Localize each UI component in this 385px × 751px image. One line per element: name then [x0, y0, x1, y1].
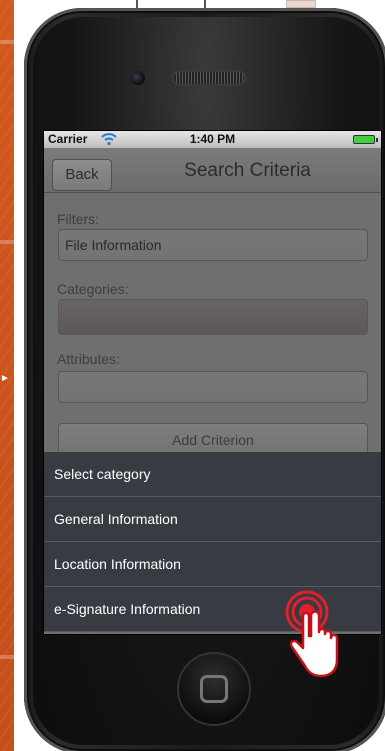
categories-field[interactable]	[58, 299, 368, 335]
slide-mark	[0, 40, 14, 44]
page-title: Search Criteria	[184, 160, 311, 181]
slide-mark	[0, 655, 14, 659]
filters-field[interactable]: File Information	[58, 229, 368, 261]
back-button[interactable]: Back	[52, 159, 112, 191]
camera-icon	[131, 71, 145, 85]
slide-tab	[286, 0, 316, 8]
home-button-icon	[200, 675, 228, 703]
status-bar: Carrier 1:40 PM	[44, 131, 381, 148]
attributes-field[interactable]	[58, 371, 368, 403]
category-option[interactable]: General Information	[44, 497, 381, 542]
navigation-bar: Back Search Criteria	[44, 148, 381, 193]
attributes-label: Attributes:	[57, 351, 121, 367]
status-time: 1:40 PM	[189, 132, 236, 146]
categories-label: Categories:	[57, 281, 129, 297]
phone-screen: Carrier 1:40 PM Back Search Criteria Fil…	[43, 130, 382, 635]
category-option[interactable]: Select category	[44, 452, 381, 497]
filters-label: Filters:	[57, 211, 99, 227]
category-option[interactable]: Location Information	[44, 542, 381, 587]
slide-mark	[0, 240, 14, 244]
battery-icon	[353, 135, 378, 144]
slide-arrow-icon: ►	[0, 373, 10, 384]
speaker-grille	[172, 70, 246, 86]
tap-hand-icon	[285, 590, 339, 678]
